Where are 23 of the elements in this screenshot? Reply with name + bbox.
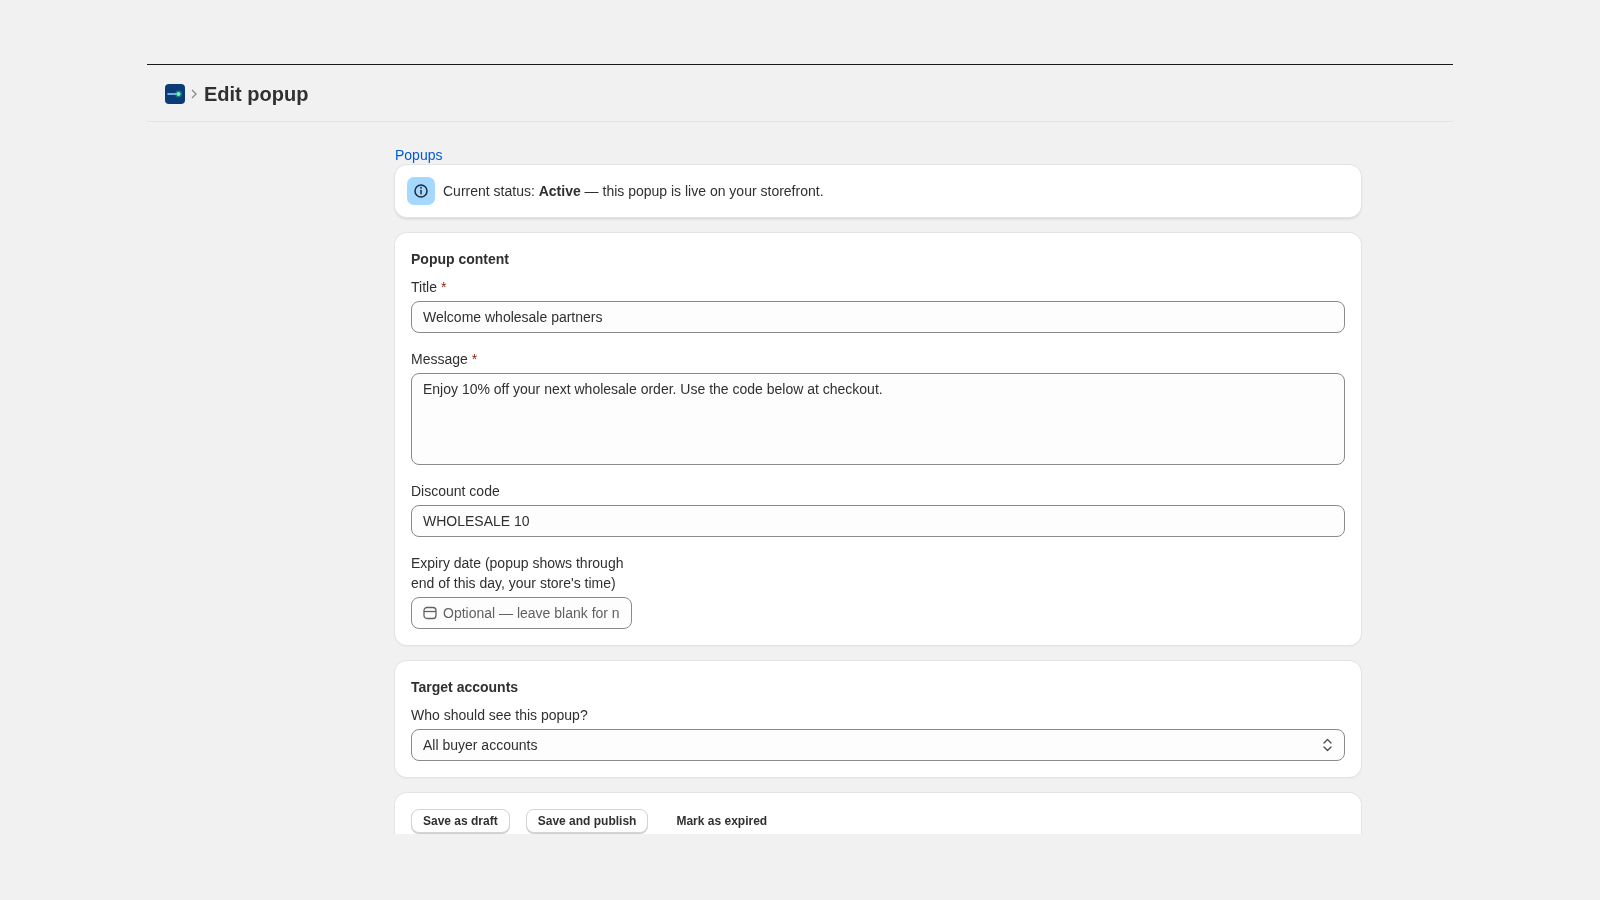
action-button[interactable]: Save and publish xyxy=(525,809,649,833)
date-input[interactable]: Optional — leave blank for n xyxy=(411,597,633,629)
select-dropdown[interactable]: All buyer accounts xyxy=(411,729,1345,761)
text-input[interactable]: Welcome wholesale partners xyxy=(411,301,1345,333)
info-icon xyxy=(407,177,435,205)
section-title: Popup content xyxy=(411,250,509,269)
action-button[interactable]: Save as draft xyxy=(411,809,510,833)
page-title: Edit popup xyxy=(204,82,309,106)
field-label: Title * xyxy=(411,278,447,297)
chevron-right-icon xyxy=(191,89,197,99)
field-label: Expiry date (popup shows through end of this day, your store's time) xyxy=(411,554,625,593)
field-label: Message * xyxy=(411,350,478,369)
breadcrumb-link[interactable]: Popups xyxy=(395,147,443,163)
app-logo-icon xyxy=(165,84,185,104)
action-button[interactable]: Mark as expired xyxy=(664,809,780,833)
section-title: Target accounts xyxy=(411,678,519,697)
chevron-up-down-icon xyxy=(1322,738,1333,752)
calendar-icon xyxy=(423,606,437,620)
text-input[interactable]: WHOLESALE 10 xyxy=(411,505,1345,537)
status-message: Current status: Active — this popup is live on your storefront. xyxy=(443,182,824,201)
field-label: Who should see this popup? xyxy=(411,706,588,725)
message-textarea[interactable]: Enjoy 10% off your next wholesale order. Use the code below at checkout. xyxy=(411,373,1345,465)
field-label: Discount code xyxy=(411,482,500,501)
